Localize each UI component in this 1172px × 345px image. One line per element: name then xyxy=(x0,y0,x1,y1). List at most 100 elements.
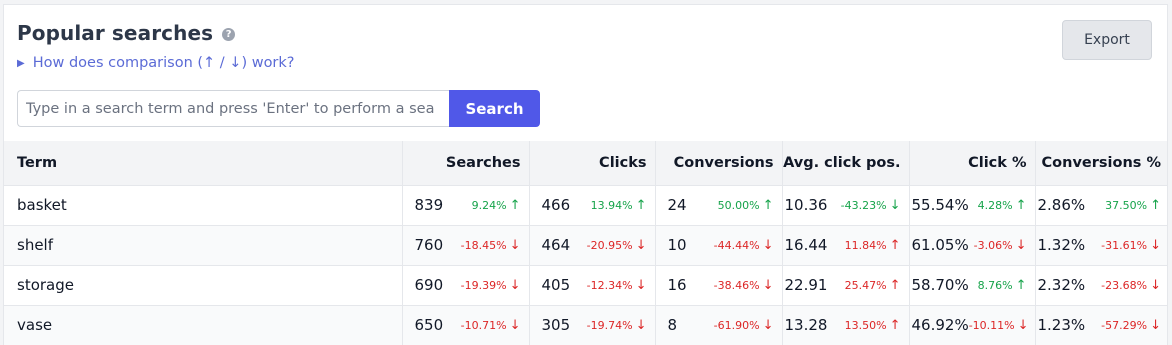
click-pct-value: 55.54% xyxy=(911,196,969,214)
conversions-pct-value: 2.32% xyxy=(1037,276,1086,294)
avg-click-pos-delta-text: 25.47% xyxy=(844,278,887,292)
arrow-down-icon: ↓ xyxy=(509,237,521,253)
conversions-pct-delta: -57.29% ↓ xyxy=(1101,318,1161,333)
column-header-conversions[interactable]: Conversions xyxy=(654,141,782,186)
cell-avg-click-pos: 22.91 25.47% ↑ xyxy=(781,265,909,306)
arrow-down-icon: ↓ xyxy=(1150,277,1161,293)
disclosure-triangle-icon: ▶ xyxy=(17,57,25,69)
column-header-term[interactable]: Term xyxy=(4,141,402,186)
avg-click-pos-delta-text: 11.84% xyxy=(844,238,887,252)
cell-click-pct: 58.70% 8.76% ↑ xyxy=(908,265,1035,306)
searches-delta: -19.39% ↓ xyxy=(461,278,521,293)
click-pct-delta-text: 4.28% xyxy=(977,198,1013,212)
cell-clicks: 464 -20.95% ↓ xyxy=(528,225,655,266)
searches-value: 650 xyxy=(414,316,444,334)
click-pct-metric: 61.05% -3.06% ↓ xyxy=(910,236,1035,254)
search-button[interactable]: Search xyxy=(449,90,540,127)
avg-click-pos-value: 22.91 xyxy=(784,276,828,294)
column-header-clicks[interactable]: Clicks xyxy=(528,141,655,186)
avg-click-pos-delta-text: -43.23% xyxy=(840,198,887,212)
cell-term[interactable]: vase xyxy=(4,305,402,345)
table-row[interactable]: basket 839 9.24% ↑ 466 13.94% ↑ 24 50.00% ↑ 10.36-… xyxy=(4,185,1167,226)
click-pct-delta: -3.06% ↓ xyxy=(974,238,1027,253)
conversions-delta: -38.46% ↓ xyxy=(714,278,774,293)
conversions-delta: 50.00% ↑ xyxy=(718,198,774,213)
searches-value: 839 xyxy=(414,196,444,214)
clicks-delta-text: -20.95% xyxy=(586,238,633,252)
arrow-up-icon: ↑ xyxy=(1150,197,1161,213)
cell-conversions: 16 -38.46% ↓ xyxy=(654,265,782,306)
click-pct-delta-text: 8.76% xyxy=(977,278,1013,292)
arrow-down-icon: ↓ xyxy=(1150,237,1161,253)
table-body: basket 839 9.24% ↑ 466 13.94% ↑ 24 50.00% ↑ 10.36-… xyxy=(4,185,1168,345)
cell-conversions-pct: 2.32% -23.68% ↓ xyxy=(1034,265,1167,306)
page-title: Popular searches xyxy=(17,21,214,45)
searches-delta-text: -19.39% xyxy=(460,278,507,292)
searches-metric: 690 -19.39% ↓ xyxy=(403,276,529,294)
clicks-delta: -12.34% ↓ xyxy=(587,278,647,293)
clicks-metric: 466 13.94% ↑ xyxy=(530,196,655,214)
click-pct-value: 61.05% xyxy=(911,236,969,254)
cell-clicks: 466 13.94% ↑ xyxy=(528,185,655,226)
avg-click-pos-delta: 25.47% ↑ xyxy=(845,278,901,293)
conversions-pct-delta: -23.68% ↓ xyxy=(1101,278,1161,293)
table-row[interactable]: shelf 760 -18.45% ↓ 464 -20.95% ↓ 10 -44.44% ↓ 16.… xyxy=(4,225,1167,266)
cell-term[interactable]: shelf xyxy=(4,225,402,266)
conversions-pct-value: 2.86% xyxy=(1037,196,1086,214)
conversions-delta: -44.44% ↓ xyxy=(714,238,774,253)
arrow-down-icon: ↓ xyxy=(1017,317,1029,333)
cell-avg-click-pos: 13.28 13.50% ↑ xyxy=(781,305,909,345)
table-row[interactable]: storage 690 -19.39% ↓ 405 -12.34% ↓ 16 -38.46% ↓ 2… xyxy=(4,265,1167,306)
click-pct-delta: -10.11% ↓ xyxy=(969,318,1029,333)
arrow-up-icon: ↑ xyxy=(762,197,774,213)
conversions-metric: 24 50.00% ↑ xyxy=(656,196,782,214)
click-pct-value: 46.92% xyxy=(911,316,969,334)
column-header-searches[interactable]: Searches xyxy=(401,141,529,186)
cell-searches: 760 -18.45% ↓ xyxy=(401,225,529,266)
click-pct-delta: 8.76% ↑ xyxy=(978,278,1027,293)
searches-value: 760 xyxy=(414,236,444,254)
column-header-conversions-pct[interactable]: Conversions % xyxy=(1034,141,1167,186)
clicks-delta: -20.95% ↓ xyxy=(587,238,647,253)
export-button[interactable]: Export xyxy=(1062,20,1152,60)
cell-searches: 839 9.24% ↑ xyxy=(401,185,529,226)
cell-searches: 650 -10.71% ↓ xyxy=(401,305,529,345)
arrow-down-icon: ↓ xyxy=(762,277,774,293)
avg-click-pos-value: 16.44 xyxy=(784,236,828,254)
click-pct-metric: 46.92% -10.11% ↓ xyxy=(910,316,1035,334)
help-icon[interactable]: ? xyxy=(222,27,236,41)
conversions-delta-text: 50.00% xyxy=(717,198,760,212)
cell-clicks: 405 -12.34% ↓ xyxy=(528,265,655,306)
conversions-pct-metric: 1.23% -57.29% ↓ xyxy=(1036,316,1168,334)
clicks-value: 466 xyxy=(541,196,571,214)
column-header-click-pct[interactable]: Click % xyxy=(908,141,1035,186)
searches-delta-text: -18.45% xyxy=(460,238,507,252)
cell-term[interactable]: basket xyxy=(4,185,402,226)
cell-click-pct: 46.92% -10.11% ↓ xyxy=(908,305,1035,345)
clicks-delta-text: -12.34% xyxy=(586,278,633,292)
search-input[interactable] xyxy=(17,90,449,127)
conversions-pct-delta-text: -31.61% xyxy=(1101,238,1148,252)
conversions-value: 16 xyxy=(667,276,687,294)
searches-metric: 839 9.24% ↑ xyxy=(403,196,529,214)
cell-avg-click-pos: 16.44 11.84% ↑ xyxy=(781,225,909,266)
conversions-value: 10 xyxy=(667,236,687,254)
arrow-down-icon: ↓ xyxy=(1150,317,1161,333)
cell-avg-click-pos: 10.36 -43.23% ↓ xyxy=(781,185,909,226)
clicks-delta: -19.74% ↓ xyxy=(587,318,647,333)
conversions-metric: 8 -61.90% ↓ xyxy=(656,316,782,334)
conversions-pct-delta-text: 37.50% xyxy=(1105,198,1148,212)
comparison-link-text: How does comparison (↑ / ↓) work? xyxy=(32,55,295,71)
avg-click-pos-value: 13.28 xyxy=(784,316,828,334)
comparison-help-link[interactable]: ▶ How does comparison (↑ / ↓) work? xyxy=(17,55,295,71)
cell-clicks: 305 -19.74% ↓ xyxy=(528,305,655,345)
searches-metric: 760 -18.45% ↓ xyxy=(403,236,529,254)
table-row[interactable]: vase 650 -10.71% ↓ 305 -19.74% ↓ 8 -61.90% ↓ 13.28… xyxy=(4,305,1168,345)
conversions-value: 24 xyxy=(667,196,687,214)
arrow-up-icon: ↑ xyxy=(1015,277,1027,293)
click-pct-delta-text: -10.11% xyxy=(968,318,1015,332)
column-header-avg-click-pos[interactable]: Avg. click pos. xyxy=(781,141,909,186)
conversions-pct-delta: -31.61% ↓ xyxy=(1101,238,1161,253)
click-pct-delta: 4.28% ↑ xyxy=(978,198,1027,213)
cell-term[interactable]: storage xyxy=(4,265,402,306)
